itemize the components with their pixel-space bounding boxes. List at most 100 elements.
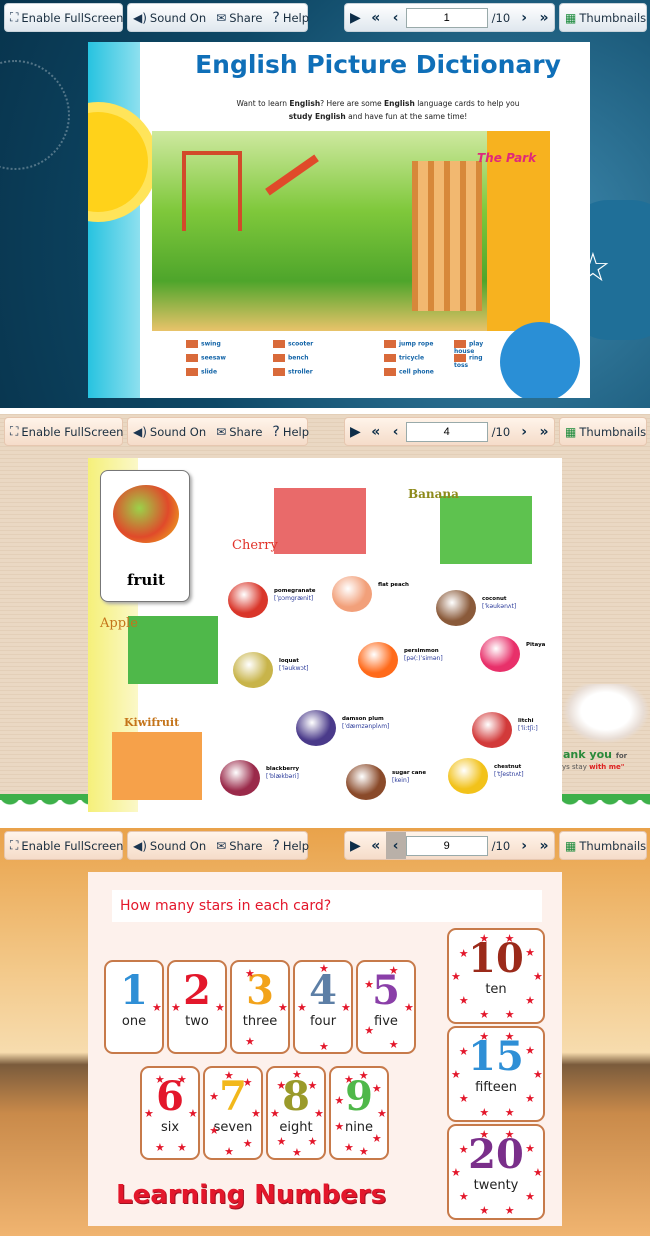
- star-icon: ★: [292, 1145, 302, 1159]
- star-icon: ★: [504, 1106, 515, 1120]
- star-icon: ★: [479, 1008, 490, 1022]
- number-card: ★ ★ ★ ★ ★ ★ ★ ★ ★ ★ 15 fifteen: [447, 1026, 545, 1122]
- sound-on-button[interactable]: ◀) Sound On: [128, 418, 211, 445]
- first-page-button[interactable]: «: [366, 832, 386, 859]
- help-label: Help: [282, 10, 310, 25]
- help-button[interactable]: ? Help: [267, 4, 314, 31]
- star-icon: ★: [479, 1029, 490, 1043]
- star-icon: ★: [451, 1068, 461, 1082]
- star-icon: ★: [533, 970, 543, 983]
- envelope-icon: ✉: [216, 838, 227, 853]
- next-page-button[interactable]: ›: [514, 418, 534, 445]
- enable-fullscreen-button[interactable]: ⛶ Enable FullScreen: [5, 832, 128, 859]
- star-icon: ★: [176, 1073, 187, 1087]
- number-card: ★ ★ ★ ★ ★ ★ ★ ★ ★ ★ 10 ten: [447, 928, 545, 1024]
- fruit-list: pomegranate [ˈpɔmgrænit] flat peach cocon…: [88, 458, 562, 812]
- star-icon: ★: [276, 1079, 287, 1093]
- sound-label: Sound On: [149, 10, 207, 25]
- fruit-image: [436, 590, 476, 626]
- thumbnails-group: ▦ Thumbnails: [559, 831, 647, 860]
- double-chevron-left-icon: «: [371, 837, 381, 854]
- teacup-image: [562, 684, 650, 744]
- star-icon: ★: [371, 1132, 382, 1146]
- star-icon: ★: [458, 993, 469, 1007]
- thumbnails-label: Thumbnails: [579, 424, 647, 439]
- vocab-item: bench: [273, 354, 308, 362]
- help-button[interactable]: ? Help: [267, 418, 314, 445]
- page-total: /10: [491, 838, 511, 853]
- toolbar: ⛶ Enable FullScreen ◀) Sound On ✉ Share ? He…: [0, 3, 650, 33]
- previous-page-button[interactable]: ‹: [386, 4, 406, 31]
- fruit-entry: blackberry [ˈblækbəri]: [266, 766, 300, 780]
- sound-on-button[interactable]: ◀) Sound On: [128, 832, 211, 859]
- star-icon: ★: [278, 1001, 288, 1014]
- sound-on-button[interactable]: ◀) Sound On: [128, 4, 211, 31]
- thumbnails-button[interactable]: ▦ Thumbnails: [560, 4, 650, 31]
- star-icon: ★: [152, 1001, 162, 1014]
- star-icon: ★: [451, 1166, 461, 1180]
- first-page-button[interactable]: «: [366, 4, 386, 31]
- page-total: /10: [491, 10, 511, 25]
- page-number-input[interactable]: [405, 7, 488, 28]
- star-icon: ★: [171, 1001, 181, 1015]
- star-icon: ★: [291, 1068, 302, 1081]
- star-icon: ★: [270, 1107, 280, 1121]
- page-number-input[interactable]: [405, 421, 488, 442]
- star-icon: ★: [177, 1140, 187, 1154]
- thumbnails-button[interactable]: ▦ Thumbnails: [560, 832, 650, 859]
- previous-page-button[interactable]: ‹: [385, 832, 406, 859]
- book-page-9[interactable]: How many stars in each card? ★ 1 one ★ ★ 2 two…: [88, 872, 562, 1226]
- vocab-item: slide: [186, 368, 217, 376]
- autoplay-button[interactable]: ▶: [345, 4, 366, 31]
- star-icon: ★: [224, 1145, 234, 1159]
- share-button[interactable]: ✉ Share: [211, 4, 267, 31]
- number-card: ★ ★ ★ ★ ★ ★ ★ ★ ★ 9 nine: [329, 1066, 389, 1160]
- fruit-image: [346, 764, 386, 800]
- fruit-image: [480, 636, 520, 672]
- page-total: /10: [491, 424, 511, 439]
- star-icon: ★: [319, 1039, 329, 1053]
- share-label: Share: [229, 10, 263, 25]
- help-label: Help: [282, 424, 310, 439]
- enable-fullscreen-button[interactable]: ⛶ Enable FullScreen: [5, 418, 128, 445]
- star-icon: ★: [504, 1008, 515, 1022]
- star-icon: ★: [533, 1068, 543, 1081]
- help-button[interactable]: ? Help: [267, 832, 314, 859]
- first-page-button[interactable]: «: [366, 418, 386, 445]
- thumbnails-button[interactable]: ▦ Thumbnails: [560, 418, 650, 445]
- fruit-image: [332, 576, 372, 612]
- grid-icon: ▦: [565, 10, 577, 25]
- last-page-button[interactable]: »: [534, 832, 554, 859]
- vocab-picture-icon: [186, 354, 198, 362]
- fruit-image: [358, 642, 398, 678]
- card-word: eight: [279, 1120, 313, 1135]
- vocab-item: stroller: [273, 368, 313, 376]
- autoplay-button[interactable]: ▶: [345, 418, 366, 445]
- next-page-button[interactable]: ›: [514, 832, 534, 859]
- stay-with-me-text: ys stay with me": [562, 763, 625, 771]
- star-icon: ★: [215, 1001, 225, 1014]
- star-icon: ★: [404, 1001, 414, 1014]
- star-icon: ★: [504, 1204, 515, 1218]
- star-icon: ★: [504, 1029, 515, 1043]
- share-button[interactable]: ✉ Share: [211, 418, 267, 445]
- enable-fullscreen-button[interactable]: ⛶ Enable FullScreen: [5, 4, 128, 31]
- star-icon: ★: [364, 978, 375, 992]
- star-icon: ★: [318, 962, 329, 975]
- book-page-4[interactable]: fruit Cherry Banana Apple Kiwifruit pome…: [88, 458, 562, 812]
- autoplay-button[interactable]: ▶: [345, 832, 366, 859]
- share-button[interactable]: ✉ Share: [211, 832, 267, 859]
- number-card: ★ ★ ★ ★ ★ ★ ★ ★ ★ ★ 20 twenty: [447, 1124, 545, 1220]
- sound-label: Sound On: [149, 838, 207, 853]
- star-icon: ★: [307, 1134, 318, 1148]
- star-icon: ★: [245, 1034, 255, 1048]
- previous-page-button[interactable]: ‹: [386, 418, 406, 445]
- speaker-icon: ◀): [133, 424, 147, 439]
- last-page-button[interactable]: »: [534, 4, 554, 31]
- vocab-picture-icon: [186, 340, 198, 348]
- grid-icon: ▦: [565, 838, 577, 853]
- page-number-input[interactable]: [405, 835, 488, 856]
- book-page-1[interactable]: English Picture Dictionary Want to learn…: [88, 42, 590, 398]
- next-page-button[interactable]: ›: [514, 4, 534, 31]
- last-page-button[interactable]: »: [534, 418, 554, 445]
